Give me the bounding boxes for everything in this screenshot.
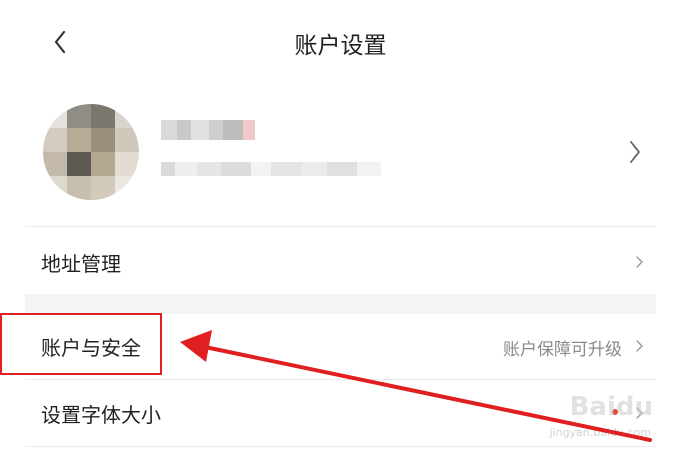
annotation-arrow-icon xyxy=(180,330,652,442)
